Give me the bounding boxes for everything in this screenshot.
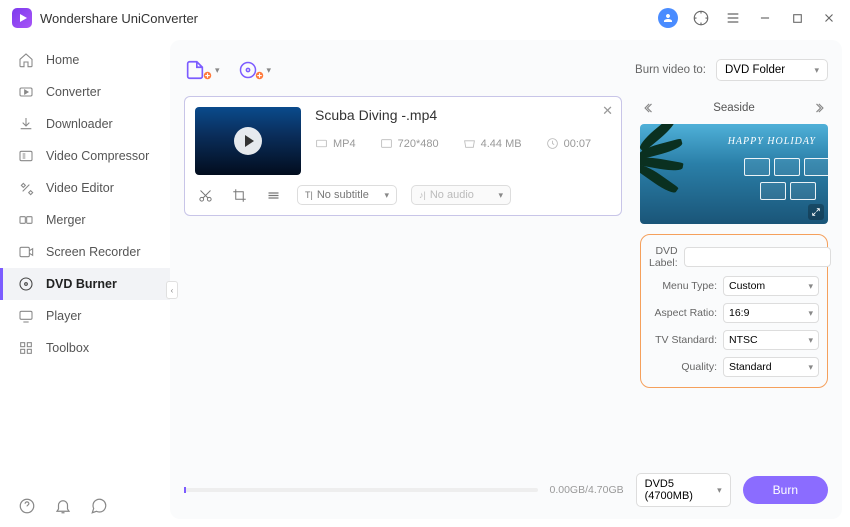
user-avatar-icon[interactable] bbox=[658, 8, 678, 28]
support-icon[interactable] bbox=[692, 9, 710, 27]
aspect-ratio-select[interactable]: 16:9▾ bbox=[723, 303, 819, 323]
sidebar-item-downloader[interactable]: Downloader bbox=[0, 108, 170, 140]
dvd-label-label: DVD Label: bbox=[649, 245, 678, 269]
chevron-down-icon: ▾ bbox=[267, 65, 272, 76]
disc-usage-bar bbox=[184, 488, 538, 492]
burn-target-select[interactable]: DVD Folder▾ bbox=[716, 59, 828, 81]
close-icon[interactable] bbox=[820, 9, 838, 27]
menu-icon[interactable] bbox=[724, 9, 742, 27]
downloader-icon bbox=[18, 116, 34, 132]
expand-preview-icon[interactable] bbox=[808, 204, 824, 220]
app-logo-icon bbox=[12, 8, 32, 28]
menu-type-label: Menu Type: bbox=[649, 280, 717, 292]
player-icon bbox=[18, 308, 34, 324]
video-card: ✕ Scuba Diving -.mp4 MP4 bbox=[184, 96, 622, 216]
editor-icon bbox=[18, 180, 34, 196]
more-icon[interactable] bbox=[263, 185, 283, 205]
quality-select[interactable]: Standard▾ bbox=[723, 357, 819, 377]
sidebar-item-label: Screen Recorder bbox=[46, 245, 141, 259]
burn-target-label: Burn video to: bbox=[635, 64, 706, 76]
sidebar-item-recorder[interactable]: Screen Recorder bbox=[0, 236, 170, 268]
app-title: Wondershare UniConverter bbox=[40, 11, 198, 26]
video-format: MP4 bbox=[315, 137, 356, 150]
sidebar-item-player[interactable]: Player bbox=[0, 300, 170, 332]
trim-icon[interactable] bbox=[195, 185, 215, 205]
sidebar-item-label: Downloader bbox=[46, 117, 113, 131]
sidebar-item-toolbox[interactable]: Toolbox bbox=[0, 332, 170, 364]
subtitle-select[interactable]: T|No subtitle▾ bbox=[297, 185, 397, 205]
sidebar-item-label: Toolbox bbox=[46, 341, 89, 355]
converter-icon bbox=[18, 84, 34, 100]
help-icon[interactable] bbox=[18, 497, 36, 515]
compressor-icon bbox=[18, 148, 34, 164]
toolbox-icon bbox=[18, 340, 34, 356]
sidebar-item-editor[interactable]: Video Editor bbox=[0, 172, 170, 204]
sidebar-item-dvd-burner[interactable]: DVD Burner bbox=[0, 268, 170, 300]
disc-type-select[interactable]: DVD5 (4700MB)▾ bbox=[636, 473, 731, 507]
video-thumbnail[interactable] bbox=[195, 107, 301, 175]
video-duration: 00:07 bbox=[546, 137, 592, 150]
menu-type-select[interactable]: Custom▾ bbox=[723, 276, 819, 296]
add-file-button[interactable]: ▾ bbox=[184, 59, 220, 81]
audio-select[interactable]: ♪|No audio▾ bbox=[411, 185, 511, 205]
sidebar-item-label: Converter bbox=[46, 85, 101, 99]
next-template-icon[interactable] bbox=[812, 100, 828, 116]
chevron-down-icon: ▾ bbox=[215, 65, 220, 76]
merger-icon bbox=[18, 212, 34, 228]
remove-video-icon[interactable]: ✕ bbox=[602, 103, 613, 119]
prev-template-icon[interactable] bbox=[640, 100, 656, 116]
tv-standard-label: TV Standard: bbox=[649, 334, 717, 346]
sidebar-item-compressor[interactable]: Video Compressor bbox=[0, 140, 170, 172]
play-icon bbox=[234, 127, 262, 155]
sidebar-item-label: DVD Burner bbox=[46, 277, 117, 291]
menu-template-name: Seaside bbox=[713, 102, 755, 114]
dvd-icon bbox=[18, 276, 34, 292]
dvd-label-input[interactable] bbox=[684, 247, 831, 267]
menu-preview[interactable]: HAPPY HOLIDAY bbox=[640, 124, 828, 224]
video-resolution: 720*480 bbox=[380, 137, 439, 150]
maximize-icon[interactable] bbox=[788, 9, 806, 27]
video-title: Scuba Diving -.mp4 bbox=[315, 107, 611, 123]
notification-icon[interactable] bbox=[54, 497, 72, 515]
load-dvd-button[interactable]: ▾ bbox=[238, 60, 272, 80]
sidebar-item-merger[interactable]: Merger bbox=[0, 204, 170, 236]
menu-preview-title: HAPPY HOLIDAY bbox=[728, 136, 816, 147]
collapse-sidebar-icon[interactable]: ‹ bbox=[166, 281, 178, 299]
crop-icon[interactable] bbox=[229, 185, 249, 205]
sidebar-item-label: Video Compressor bbox=[46, 149, 149, 163]
quality-label: Quality: bbox=[649, 361, 717, 373]
aspect-ratio-label: Aspect Ratio: bbox=[649, 307, 717, 319]
dvd-settings-panel: DVD Label: Menu Type: Custom▾ Aspect Rat… bbox=[640, 234, 828, 388]
video-size: 4.44 MB bbox=[463, 137, 522, 150]
sidebar-item-label: Video Editor bbox=[46, 181, 114, 195]
tv-standard-select[interactable]: NTSC▾ bbox=[723, 330, 819, 350]
sidebar-item-home[interactable]: Home bbox=[0, 44, 170, 76]
sidebar-item-label: Player bbox=[46, 309, 81, 323]
disc-usage-text: 0.00GB/4.70GB bbox=[550, 484, 624, 496]
sidebar-item-label: Home bbox=[46, 53, 79, 67]
sidebar-item-label: Merger bbox=[46, 213, 86, 227]
sidebar: Home Converter Downloader Video Compress… bbox=[0, 36, 170, 527]
burn-button[interactable]: Burn bbox=[743, 476, 828, 504]
content-area: ▾ ▾ Burn video to: DVD Folder▾ ✕ bbox=[170, 40, 842, 519]
recorder-icon bbox=[18, 244, 34, 260]
home-icon bbox=[18, 52, 34, 68]
sidebar-item-converter[interactable]: Converter bbox=[0, 76, 170, 108]
minimize-icon[interactable] bbox=[756, 9, 774, 27]
feedback-icon[interactable] bbox=[90, 497, 108, 515]
